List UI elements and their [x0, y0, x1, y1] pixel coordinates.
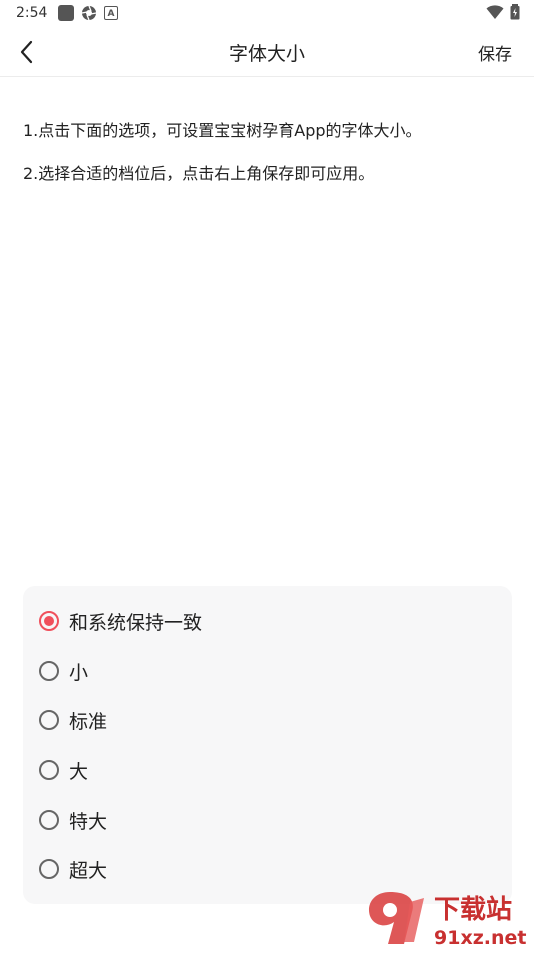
- radio-icon[interactable]: [39, 661, 59, 681]
- option-small[interactable]: 小: [39, 656, 88, 686]
- radio-selected-icon[interactable]: [39, 611, 59, 631]
- a-notification-icon: A: [104, 6, 118, 20]
- option-standard[interactable]: 标准: [39, 705, 107, 735]
- radio-icon[interactable]: [39, 760, 59, 780]
- instruction-1: 1.点击下面的选项，可设置宝宝树孕育App的字体大小。: [23, 121, 422, 140]
- radio-icon[interactable]: [39, 859, 59, 879]
- option-extra-large[interactable]: 特大: [39, 805, 107, 835]
- app-header: 字体大小 保存: [0, 28, 534, 77]
- watermark-logo: 下载站 91xz.net: [360, 888, 534, 950]
- option-label: 特大: [69, 810, 108, 833]
- instruction-2: 2.选择合适的档位后，点击右上角保存即可应用。: [23, 164, 375, 183]
- radio-icon[interactable]: [39, 710, 59, 730]
- save-button[interactable]: 保存: [478, 40, 512, 65]
- system-icons: [486, 4, 520, 20]
- option-follow-system[interactable]: 和系统保持一致: [39, 606, 202, 636]
- status-bar: 2:54 A: [0, 0, 534, 28]
- battery-icon: [510, 4, 520, 20]
- instructions: 1.点击下面的选项，可设置宝宝树孕育App的字体大小。 2.选择合适的档位后，点…: [23, 120, 513, 206]
- shutter-icon: [81, 5, 97, 21]
- app-notification-icon: [58, 5, 74, 21]
- notification-icons: A: [58, 5, 118, 21]
- svg-text:下载站: 下载站: [434, 895, 512, 925]
- wifi-icon: [486, 5, 504, 19]
- option-large[interactable]: 大: [39, 755, 88, 785]
- radio-icon[interactable]: [39, 810, 59, 830]
- option-label: 标准: [69, 710, 108, 733]
- option-super-large[interactable]: 超大: [39, 854, 107, 884]
- option-label: 大: [69, 760, 89, 783]
- option-label: 超大: [69, 859, 108, 882]
- watermark-91-icon: 下载站 91xz.net: [368, 892, 526, 949]
- svg-text:91xz.net: 91xz.net: [434, 927, 526, 949]
- page-title: 字体大小: [228, 43, 305, 65]
- option-label: 小: [69, 661, 89, 684]
- font-size-options: 和系统保持一致 小 标准 大 特大 超大: [23, 586, 512, 904]
- status-time: 2:54: [16, 5, 48, 21]
- option-label: 和系统保持一致: [69, 611, 203, 634]
